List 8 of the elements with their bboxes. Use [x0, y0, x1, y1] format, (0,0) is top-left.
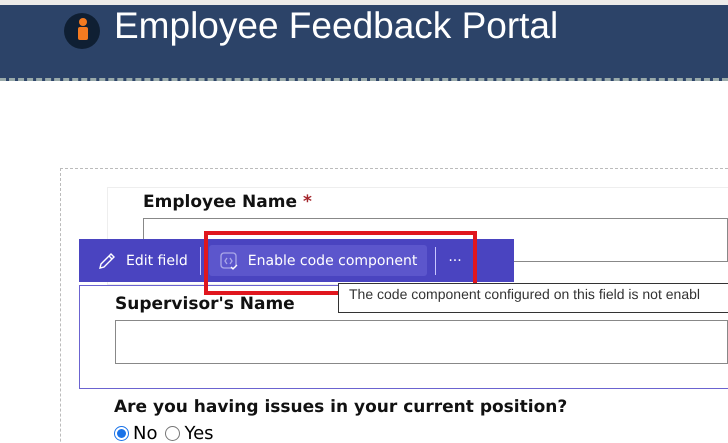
field-label: Employee Name * — [143, 192, 312, 212]
option-label: No — [133, 423, 158, 443]
required-mark: * — [302, 192, 312, 212]
app-title: Employee Feedback Portal — [114, 5, 558, 47]
field-label: Supervisor's Name — [115, 294, 295, 314]
question-label: Are you having issues in your current position? — [114, 397, 568, 417]
tooltip: The code component configured on this field is not enabl — [338, 283, 728, 313]
option-label: Yes — [184, 423, 214, 443]
